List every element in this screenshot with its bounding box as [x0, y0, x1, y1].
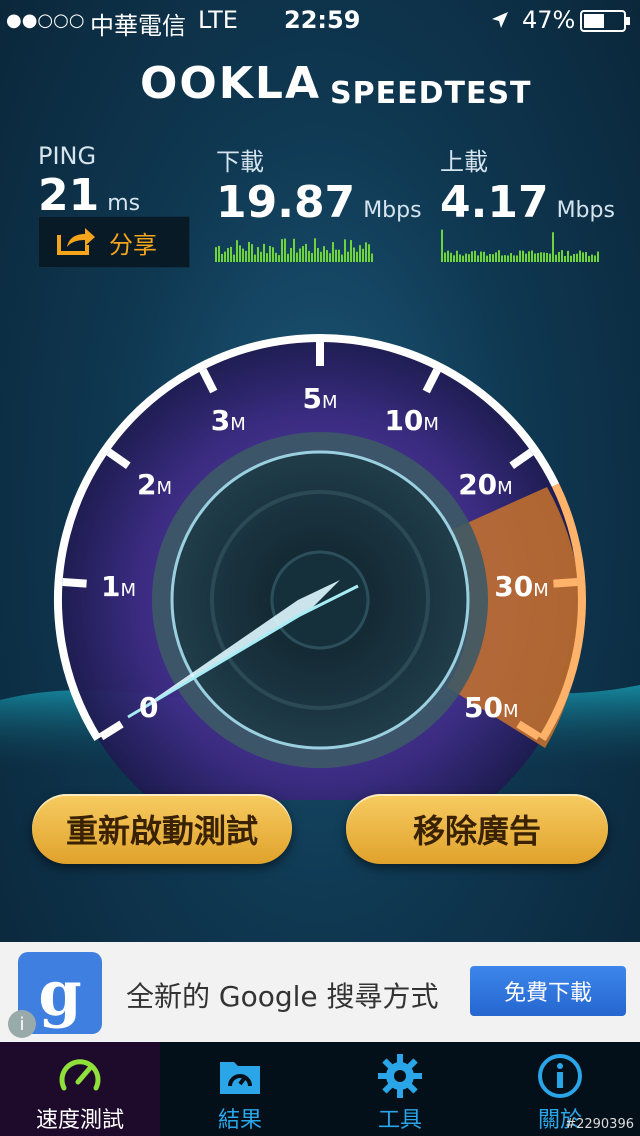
speedometer-icon: [59, 1059, 101, 1091]
battery-icon: [580, 10, 632, 38]
download-unit: Mbps: [363, 198, 422, 223]
ping-metric: PING 21 ms: [38, 142, 140, 221]
share-label: 分享: [109, 230, 157, 259]
location-icon: [490, 8, 510, 36]
status-bar: ●●○○○ 中華電信 LTE 22:59 47%: [0, 0, 640, 40]
app-title: SPEEDTEST: [330, 76, 532, 111]
carrier-name: 中華電信: [90, 12, 186, 40]
upload-label: 上載: [440, 148, 488, 176]
ad-text: 全新的 Google 搜尋方式: [126, 980, 439, 1013]
tab-speedtest-label: 速度測試: [35, 1108, 124, 1133]
watermark: #2290396: [565, 1117, 634, 1132]
ookla-logo: OOKLA: [140, 58, 321, 109]
tab-results[interactable]: 結果: [160, 1042, 320, 1136]
upload-metric: 上載 4.17 Mbps: [440, 142, 615, 228]
status-time: 22:59: [284, 6, 361, 34]
gauge-tick: [553, 578, 578, 588]
tab-bar: 速度測試 結果 工具 關於: [0, 1042, 640, 1136]
upload-sparkline: [441, 229, 599, 262]
ping-value: 21: [38, 170, 100, 221]
tab-tools[interactable]: 工具: [320, 1042, 480, 1136]
ping-label: PING: [38, 142, 97, 170]
gauge-tick-label: 0: [139, 691, 158, 724]
info-icon: [538, 1054, 582, 1098]
ad-info-icon[interactable]: i: [8, 1010, 36, 1038]
upload-value: 4.17: [440, 177, 549, 228]
folder-gauge-icon: [220, 1062, 260, 1094]
speed-gauge: 01M2M3M5M10M20M30M50M: [0, 334, 640, 800]
free-download-button[interactable]: 免費下載: [470, 966, 626, 1016]
tab-speedtest[interactable]: 速度測試: [0, 1042, 160, 1136]
ping-unit: ms: [107, 191, 141, 216]
restart-test-button[interactable]: 重新啟動測試: [32, 794, 292, 864]
download-label: 下載: [216, 148, 264, 176]
remove-ads-button[interactable]: 移除廣告: [346, 794, 608, 864]
tab-results-label: 結果: [217, 1108, 262, 1133]
gauge-tick: [62, 578, 87, 588]
battery-percent: 47%: [522, 6, 576, 34]
network-type: LTE: [198, 6, 238, 34]
gear-icon: [378, 1054, 422, 1098]
tab-tools-label: 工具: [377, 1108, 422, 1133]
download-value: 19.87: [216, 177, 356, 228]
download-sparkline: [215, 238, 373, 262]
download-metric: 下載 19.87 Mbps: [216, 142, 422, 228]
upload-unit: Mbps: [556, 198, 615, 223]
share-button[interactable]: 分享: [38, 216, 190, 268]
share-icon: [57, 225, 97, 259]
signal-strength: ●●○○○: [6, 10, 85, 31]
